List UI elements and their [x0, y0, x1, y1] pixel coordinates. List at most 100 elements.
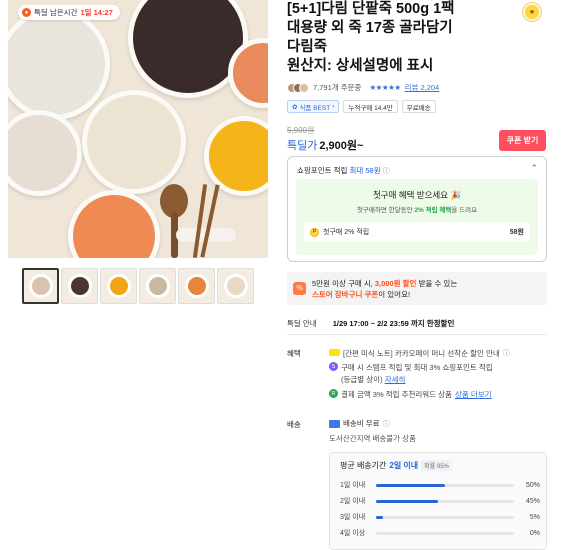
benefit-stamp-line2: (등급별 상이): [341, 375, 383, 384]
thumbnail-2[interactable]: [61, 268, 98, 304]
original-price: 5,900원: [287, 126, 315, 135]
thumbnail-4[interactable]: [139, 268, 176, 304]
percent-icon: %: [293, 282, 306, 295]
deal-timer-badge: ● 특딜 남은시간 1일 14:27: [18, 5, 120, 20]
review-count-link[interactable]: 리뷰 2,204: [405, 82, 440, 93]
truck-icon: [329, 419, 340, 428]
more-products-link[interactable]: 상품 더보기: [455, 389, 492, 400]
thumbnail-image: [106, 274, 131, 298]
delivery-avg-label: 평균 배송기간: [340, 461, 387, 470]
delivery-bar-fill: [376, 499, 439, 503]
thumbnail-image: [28, 274, 53, 298]
delivery-bar-track: [376, 515, 514, 519]
kakaopay-icon: [329, 349, 340, 356]
chevron-right-icon: ›: [332, 103, 335, 110]
porridge-bowl-image: [8, 8, 110, 120]
delivery-bar-track: [376, 483, 514, 487]
porridge-bowl-image: [204, 116, 268, 196]
delivery-stats: 평균 배송기간 2일 이내 확률 95% 1일 이내 50% 2일 이내 45%…: [329, 452, 547, 550]
first-purchase-sub: 첫구매하면 한달동안 2% 적립 혜택을 드려요: [296, 204, 538, 214]
delivery-row-value: 0%: [529, 529, 540, 537]
sale-price-row: 특딜가 2,900원~: [287, 137, 363, 153]
divider: [287, 334, 547, 335]
delivery-row: 3일 이내 5%: [340, 512, 540, 522]
delivery-avg-value: 2일 이내: [389, 461, 419, 470]
sale-price-label: 특딜가: [287, 140, 318, 152]
first-sub-prefix: 첫구매하면 한달동안: [356, 207, 413, 214]
coupon-button[interactable]: 쿠폰 받기: [499, 130, 546, 151]
thumbnail-3[interactable]: [100, 268, 137, 304]
info-icon[interactable]: ⓘ: [383, 168, 390, 175]
promo-line2-highlight: 스토어 장바구니 쿠폰: [312, 290, 379, 299]
shipping-note: 도서산간지역 배송불가 상품: [329, 434, 416, 443]
thumbnail-6[interactable]: [217, 268, 254, 304]
store-grade-icon[interactable]: ★: [523, 3, 541, 21]
thumbnail-5[interactable]: [178, 268, 215, 304]
benefit-reward: R 결제 금액 3% 적립 추천리워드 상품 상품 더보기: [329, 389, 492, 400]
title-line: 다림죽: [287, 39, 328, 55]
promo-line2-suffix: 이 있어요!: [378, 290, 411, 299]
order-count: 7,791개 주문중: [313, 83, 362, 92]
shipping-fee: 배송비 무료 ⓘ: [329, 418, 390, 429]
stamp-icon: S: [329, 362, 338, 371]
delivery-header: 평균 배송기간 2일 이내 확률 95%: [340, 460, 452, 471]
title-line: [5+1]다림 단팥죽 500g 1팩: [287, 1, 455, 17]
first-sub-highlight: 2% 적립 혜택: [414, 207, 452, 214]
product-title: [5+1]다림 단팥죽 500g 1팩 대용량 외 죽 17종 골라담기 다림죽…: [287, 0, 517, 76]
porridge-bowl-image: [8, 110, 82, 196]
promo-line1-prefix: 5만원 이상 구매 시,: [312, 279, 373, 288]
deal-period-label: 특딜 안내: [287, 319, 317, 328]
benefit-text: [간편 미식 노트] 카카오페이 머니 선착순 할인 안내: [343, 349, 500, 358]
sale-price: 2,900원~: [319, 140, 364, 152]
delivery-row-label: 3일 이내: [340, 514, 366, 521]
thumbnail-image: [67, 274, 92, 298]
benefit-reward-text: 결제 금액 3% 적립 추천리워드 상품: [341, 390, 452, 399]
points-header[interactable]: 쇼핑포인트 적립 최대 58원 ⓘ: [297, 165, 390, 176]
thumbnail-image: [184, 274, 209, 298]
chip-label: 식품 BEST: [299, 104, 331, 112]
thumbnail-strip: [22, 268, 254, 304]
social-proof: 7,791개 주문중 ★★★★★ 리뷰 2,204: [287, 82, 439, 93]
promo-line-2: 스토어 장바구니 쿠폰이 있어요!: [312, 289, 410, 300]
rating-stars: ★★★★★: [369, 83, 401, 92]
deal-period-value: 1/29 17:00 ~ 2/2 23:59 까지 한정할인: [332, 319, 455, 328]
timer-label: 특딜 남은시간: [34, 8, 78, 17]
delivery-bar-track: [376, 499, 514, 503]
party-icon: 🎉: [450, 190, 462, 200]
cart-coupon-banner[interactable]: % 5만원 이상 구매 시, 3,000원 할인 받을 수 있는 스토어 장바구…: [287, 272, 547, 305]
benefit-kakaopay[interactable]: [간편 미식 노트] 카카오페이 머니 선착순 할인 안내 ⓘ: [329, 348, 510, 359]
delivery-row: 1일 이내 50%: [340, 480, 540, 490]
chip-free-shipping: 무료배송: [401, 100, 436, 113]
chevron-up-icon[interactable]: ⌃: [530, 163, 538, 174]
buyer-avatars: [287, 82, 309, 93]
shipping-fee-text: 배송비 무료: [343, 419, 380, 428]
deal-period: 특딜 안내 1/29 17:00 ~ 2/2 23:59 까지 한정할인: [287, 318, 454, 329]
chip-best[interactable]: ✿ 식품 BEST ›: [287, 100, 340, 113]
delivery-bar-track: [376, 531, 514, 535]
reward-icon: R: [329, 389, 338, 398]
thumbnail-1[interactable]: [22, 268, 59, 304]
first-purchase-title-text: 첫구매 혜택 받으세요: [372, 190, 449, 200]
timer-value: 1일 14:27: [80, 8, 113, 17]
points-header-value: 최대 58원: [349, 166, 381, 175]
porridge-bowl-image: [82, 90, 186, 194]
delivery-bar-fill: [376, 483, 445, 487]
benefit-stamp-text: 구매 시 스탬프 적립 및 최대 3% 쇼핑포인트 적립 (등급별 상이) 자세…: [341, 362, 493, 386]
info-icon[interactable]: ⓘ: [503, 348, 510, 359]
delivery-row-value: 45%: [525, 497, 540, 505]
delivery-avg-pct: 확률 95%: [421, 460, 452, 471]
product-main-image[interactable]: ● 특딜 남은시간 1일 14:27: [8, 0, 268, 258]
promo-line1-highlight: 3,000원 할인: [374, 279, 417, 288]
promo-line-1: 5만원 이상 구매 시, 3,000원 할인 받을 수 있는: [312, 278, 457, 289]
best-icon: ✿: [292, 103, 298, 111]
clock-icon: ●: [22, 8, 31, 17]
delivery-row: 4일 이상 0%: [340, 528, 540, 538]
points-header-label: 쇼핑포인트 적립: [297, 166, 348, 175]
delivery-row-label: 1일 이내: [340, 482, 366, 489]
info-icon[interactable]: ⓘ: [383, 419, 390, 429]
details-link[interactable]: 자세히: [385, 375, 406, 384]
thumbnail-image: [223, 274, 248, 298]
first-purchase-box: 첫구매 혜택 받으세요 🎉 첫구매하면 한달동안 2% 적립 혜택을 드려요 P…: [296, 179, 538, 255]
first-purchase-title: 첫구매 혜택 받으세요 🎉: [296, 189, 538, 201]
delivery-row-value: 5%: [529, 513, 540, 521]
